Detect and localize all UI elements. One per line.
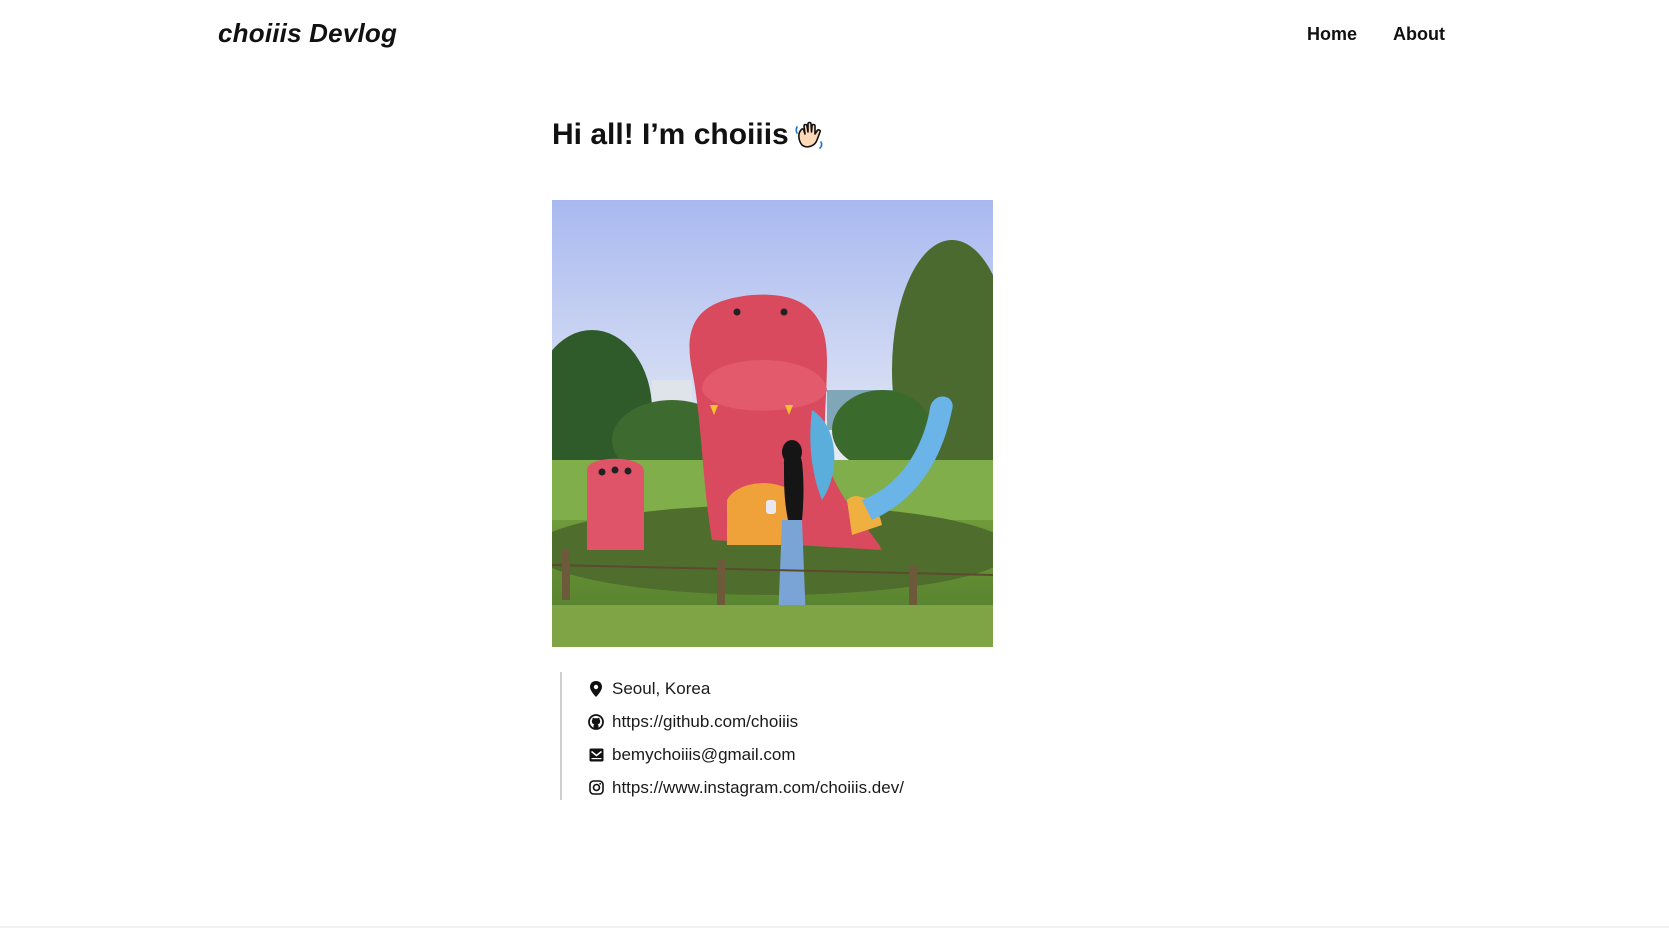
info-email: bemychoiiis@gmail.com — [588, 738, 904, 771]
mail-icon — [588, 747, 604, 763]
info-location: Seoul, Korea — [588, 672, 904, 705]
nav-home-link[interactable]: Home — [1307, 24, 1357, 45]
profile-photo — [552, 200, 993, 647]
waving-hand-icon — [793, 118, 827, 152]
site-title-link[interactable]: choiiis Devlog — [218, 18, 397, 49]
main-nav: Home About — [1307, 24, 1445, 45]
info-instagram-link[interactable]: https://www.instagram.com/choiiis.dev/ — [612, 778, 904, 798]
info-instagram: https://www.instagram.com/choiiis.dev/ — [588, 771, 904, 804]
site-header: choiiis Devlog Home About — [0, 0, 1669, 74]
info-github: https://github.com/choiiis — [588, 705, 904, 738]
github-icon — [588, 713, 604, 730]
profile-info-list: Seoul, Korea https://github.com/choiiis … — [560, 672, 904, 800]
info-location-text: Seoul, Korea — [612, 678, 711, 698]
page: choiiis Devlog Home About Hi all! I’m ch… — [0, 0, 1669, 928]
greeting-text: Hi all! I’m choiiis — [552, 118, 789, 151]
map-pin-icon — [588, 680, 604, 697]
nav-about-link[interactable]: About — [1393, 24, 1445, 45]
info-github-link[interactable]: https://github.com/choiiis — [612, 712, 798, 732]
instagram-icon — [588, 780, 604, 796]
info-email-link[interactable]: bemychoiiis@gmail.com — [612, 745, 796, 765]
greeting-heading: Hi all! I’m choiiis — [552, 118, 827, 152]
